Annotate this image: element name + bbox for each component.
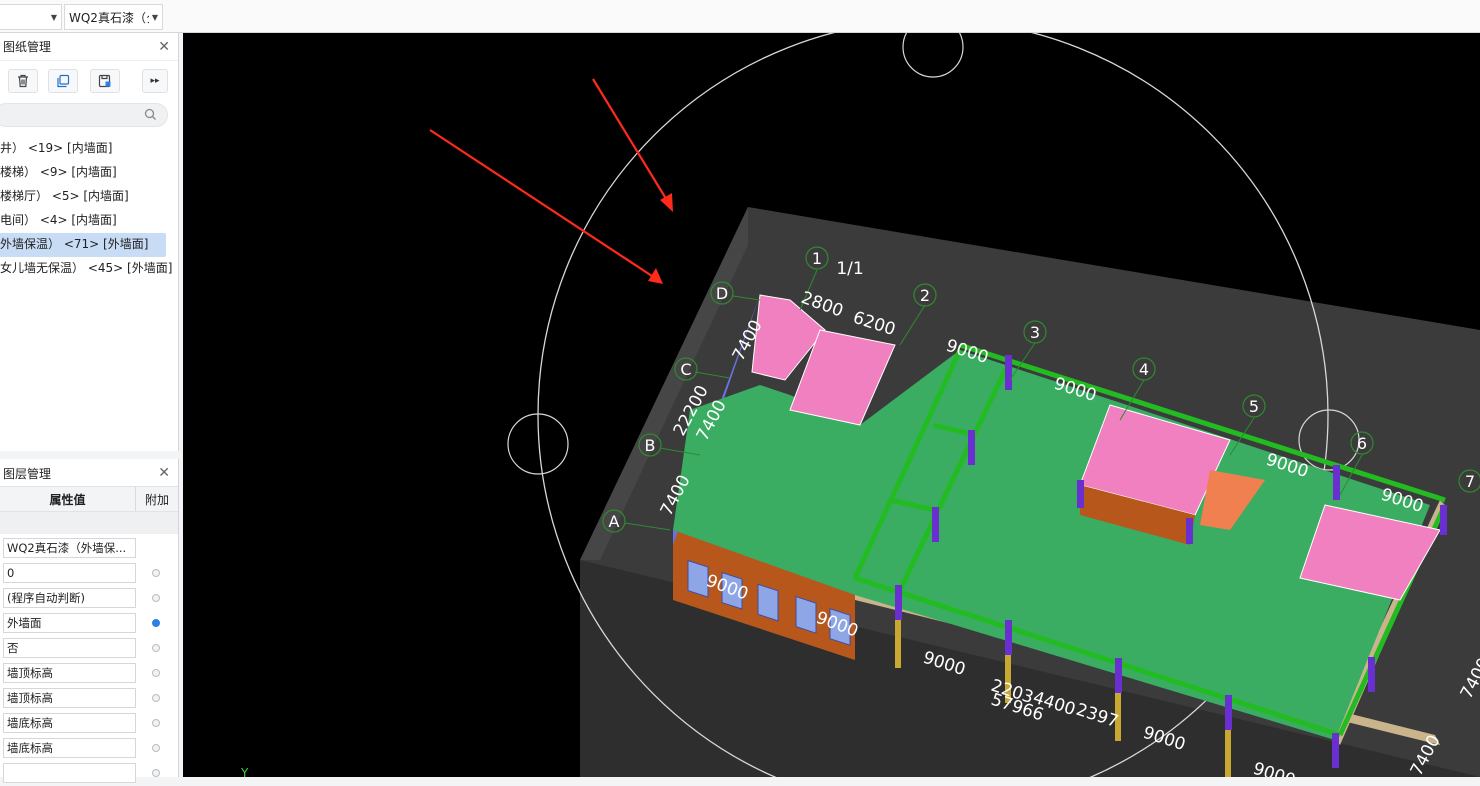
chevron-down-icon: ▼ — [151, 12, 158, 22]
extra-toggle-dot[interactable] — [152, 619, 160, 627]
more-button[interactable]: ▸▸ — [142, 69, 168, 93]
grid-axis-label: 2 — [920, 286, 930, 305]
extra-toggle-dot[interactable] — [152, 644, 160, 652]
material-combo[interactable]: WQ2真石漆（夕 ▼ — [64, 4, 163, 30]
property-row: 墙底标高 — [0, 711, 178, 736]
property-table-header: 属性值 附加 — [0, 486, 178, 512]
axis-y-label: Y — [240, 766, 249, 777]
drawing-panel: 图纸管理 ✕ ▸▸ 井） <19> [内墙面] 楼梯） <9> [内墙面] 楼梯厅）… — [0, 33, 179, 451]
close-icon[interactable]: ✕ — [158, 465, 170, 481]
drawing-list-item[interactable]: 电间） <4> [内墙面] — [0, 209, 178, 233]
drawing-list-item[interactable]: 楼梯） <9> [内墙面] — [0, 161, 178, 185]
delete-button[interactable] — [8, 69, 38, 93]
extra-toggle-dot[interactable] — [152, 569, 160, 577]
property-value-field[interactable]: 墙底标高 — [3, 738, 136, 758]
extra-toggle-dot[interactable] — [152, 769, 160, 777]
column-header-value: 属性值 — [0, 487, 136, 511]
property-value-field[interactable]: 外墙面 — [3, 613, 136, 633]
column-header-extra: 附加 — [144, 492, 169, 507]
property-value-field[interactable]: (程序自动判断) — [3, 588, 136, 608]
grid-axis-label: D — [716, 284, 728, 303]
grid-axis-label: B — [645, 436, 656, 455]
grid-axis-label: 1/1 — [836, 259, 863, 279]
extra-toggle-dot[interactable] — [152, 594, 160, 602]
drawing-panel-header: 图纸管理 ✕ — [0, 33, 178, 61]
chevron-down-icon: ▼ — [50, 12, 57, 22]
orbit-handle-top[interactable] — [902, 33, 964, 78]
property-value-field[interactable]: 墙顶标高 — [3, 688, 136, 708]
property-value-field[interactable]: WQ2真石漆（外墙保... — [3, 538, 136, 558]
grid-axis-label: 6 — [1357, 434, 1367, 453]
search-icon — [144, 108, 156, 120]
close-icon[interactable]: ✕ — [158, 39, 170, 55]
drawing-list-item[interactable]: 楼梯厅） <5> [内墙面] — [0, 185, 178, 209]
extra-toggle-dot[interactable] — [152, 744, 160, 752]
top-toolbar: ▼ WQ2真石漆（夕 ▼ — [0, 0, 1480, 33]
property-group-row — [0, 512, 178, 534]
grid-axis-label: 4 — [1139, 360, 1149, 379]
property-row: 墙顶标高 — [0, 661, 178, 686]
model-canvas[interactable]: 11/1234567ABCD 2800620090009000900090007… — [183, 33, 1480, 777]
property-row — [0, 761, 178, 786]
property-row: 0 — [0, 561, 178, 586]
extra-toggle-dot[interactable] — [152, 719, 160, 727]
property-value-field[interactable] — [3, 763, 136, 783]
layer-panel-header: 图层管理 ✕ — [0, 459, 178, 487]
layer-panel-title: 图层管理 — [3, 466, 52, 481]
drawing-list-item[interactable]: 井） <19> [内墙面] — [0, 137, 178, 161]
drawing-save-icon — [98, 74, 111, 88]
double-chevron-right-icon: ▸▸ — [150, 76, 160, 86]
property-row: 外墙面 — [0, 611, 178, 636]
material-combo-label: WQ2真石漆（夕 — [69, 10, 149, 25]
grid-axis-bubble: 1/1 — [836, 259, 863, 279]
property-row: 否 — [0, 636, 178, 661]
copy-icon — [57, 74, 70, 88]
extra-toggle-dot[interactable] — [152, 694, 160, 702]
drawing-list: 井） <19> [内墙面] 楼梯） <9> [内墙面] 楼梯厅） <5> [内墙面]… — [0, 137, 178, 281]
drawing-list-item[interactable]: 女儿墙无保温） <45> [外墙面] — [0, 257, 178, 281]
property-row: (程序自动判断) — [0, 586, 178, 611]
trash-icon — [18, 74, 28, 88]
red-arrows — [429, 78, 673, 284]
grid-axis-label: 5 — [1249, 397, 1259, 416]
drawing-list-item[interactable]: 外墙保温） <71> [外墙面] — [0, 233, 166, 257]
grid-axis-label: 3 — [1030, 323, 1040, 342]
left-combo[interactable]: ▼ — [0, 4, 62, 30]
3d-viewport[interactable]: 1 1/1 2 3 4 5 6 7 A B C D 2800 6200 9000 9000 9000 9000 7… — [183, 33, 1480, 777]
extra-toggle-dot[interactable] — [152, 669, 160, 677]
grid-axis-label: 7 — [1465, 472, 1475, 491]
save-drawing-button[interactable] — [90, 69, 120, 93]
grid-axis-label: C — [680, 360, 691, 379]
drawing-search-input[interactable] — [0, 103, 168, 127]
drawing-panel-title: 图纸管理 — [3, 40, 52, 54]
grid-axis-label: A — [609, 512, 620, 531]
property-value-field[interactable]: 墙顶标高 — [3, 663, 136, 683]
property-row: WQ2真石漆（外墙保... — [0, 536, 178, 561]
property-value-field[interactable]: 墙底标高 — [3, 713, 136, 733]
property-row: 墙顶标高 — [0, 686, 178, 711]
arrow-head-icon — [660, 193, 673, 212]
grid-axis-label: 1 — [812, 249, 822, 268]
property-value-field[interactable]: 0 — [3, 563, 136, 583]
copy-button[interactable] — [48, 69, 78, 93]
property-row: 墙底标高 — [0, 736, 178, 761]
property-value-field[interactable]: 否 — [3, 638, 136, 658]
